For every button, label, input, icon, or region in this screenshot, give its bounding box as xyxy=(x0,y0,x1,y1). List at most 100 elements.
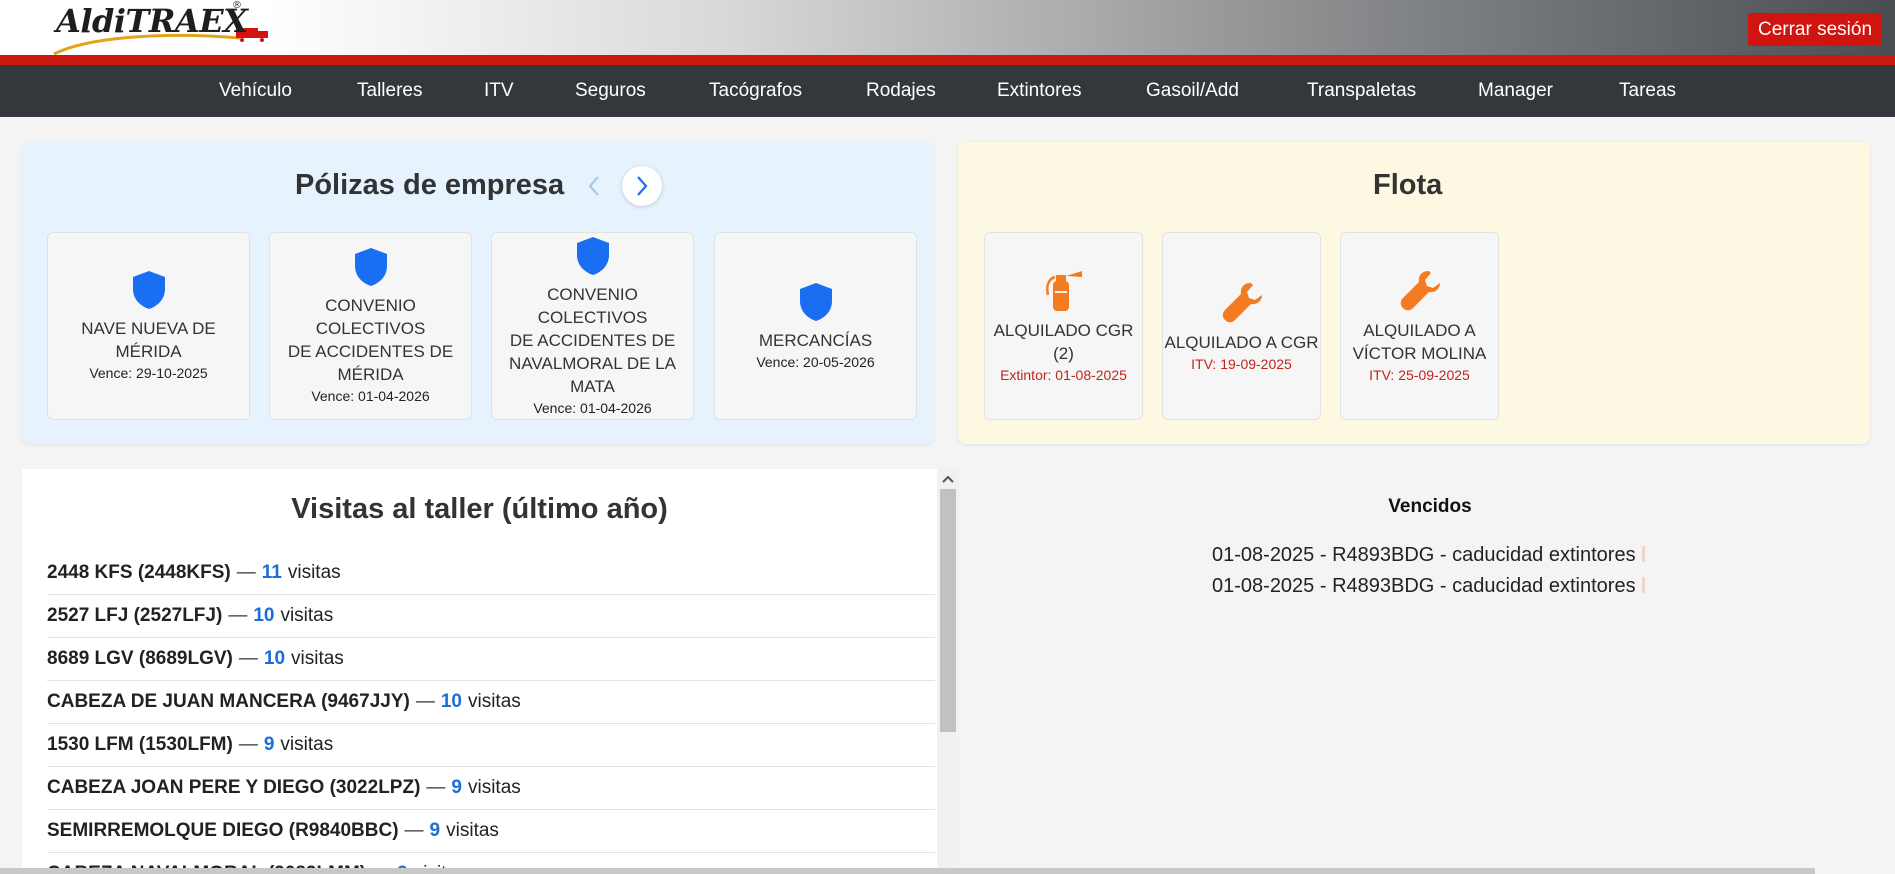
visitas-title: Visitas al taller (último año) xyxy=(291,493,668,525)
nav-item-transpaletas[interactable]: Transpaletas xyxy=(1307,65,1416,117)
visit-count: 9 xyxy=(429,820,441,841)
poliza-name: CONVENIO COLECTIVOS DE ACCIDENTES DE MÉRID… xyxy=(287,296,454,384)
nav-item-talleres[interactable]: Talleres xyxy=(357,65,422,117)
flota-name: ALQUILADO A CGR xyxy=(1164,332,1319,352)
flota-card[interactable]: ALQUILADO A VÍCTOR MOLINA ITV: 25-09-2025 xyxy=(1340,232,1499,420)
visitas-panel: Visitas al taller (último año) 2448 KFS … xyxy=(22,469,959,874)
nav-item-seguros[interactable]: Seguros xyxy=(575,65,646,117)
carousel-prev-button[interactable] xyxy=(574,166,614,206)
vehicle-name: SEMIRREMOLQUE DIEGO (R9840BBC) xyxy=(47,820,399,841)
visit-unit: visitas xyxy=(446,820,499,841)
separator: — xyxy=(236,562,256,583)
list-item[interactable]: SEMIRREMOLQUE DIEGO (R9840BBC) — 9 visit… xyxy=(47,810,935,853)
separator: — xyxy=(238,734,258,755)
chevron-left-icon xyxy=(588,176,599,196)
vencido-text: 01-08-2025 - R4893BDG - caducidad extint… xyxy=(1212,544,1636,566)
vencido-item[interactable]: 01-08-2025 - R4893BDG - caducidad extint… xyxy=(1212,544,1645,567)
vehicle-name: 2527 LFJ (2527LFJ) xyxy=(47,605,223,626)
shield-icon xyxy=(799,282,832,321)
poliza-name: MERCANCÍAS xyxy=(758,330,873,350)
nav-item-vehiculo[interactable]: Vehículo xyxy=(219,65,292,117)
flota-panel: Flota ALQUILADO CGR (2) Extintor: 01-08-… xyxy=(958,142,1870,444)
visit-count: 9 xyxy=(263,734,275,755)
separator: — xyxy=(426,777,446,798)
poliza-expiry: Vence: 29-10-2025 xyxy=(89,365,208,381)
logo-text: AldiTRAEX xyxy=(56,2,248,40)
list-item[interactable]: CABEZA DE JUAN MANCERA (9467JJY) — 10 vi… xyxy=(47,681,935,724)
chevron-up-icon xyxy=(942,475,954,483)
vehicle-name: CABEZA DE JUAN MANCERA (9467JJY) xyxy=(47,691,410,712)
wrench-icon xyxy=(1400,271,1440,311)
flota-name: ALQUILADO CGR (2) xyxy=(993,321,1134,363)
nav-item-gasoil-add[interactable]: Gasoil/Add xyxy=(1146,65,1239,117)
poliza-expiry: Vence: 01-04-2026 xyxy=(311,388,430,404)
separator: — xyxy=(415,691,435,712)
header-red-stripe xyxy=(0,55,1895,65)
scroll-thumb[interactable] xyxy=(940,489,956,732)
poliza-card[interactable]: CONVENIO COLECTIVOS DE ACCIDENTES DE MÉRID… xyxy=(269,232,472,420)
main-nav: Vehículo Talleres ITV Seguros Tacógrafos… xyxy=(0,65,1895,117)
flota-due: ITV: 19-09-2025 xyxy=(1191,355,1292,372)
visit-unit: visitas xyxy=(280,734,334,755)
list-item[interactable]: 8689 LGV (8689LGV) — 10 visitas xyxy=(47,638,935,681)
nav-item-tareas[interactable]: Tareas xyxy=(1619,65,1676,117)
logout-button[interactable]: Cerrar sesión xyxy=(1748,13,1882,46)
separator: — xyxy=(404,820,424,841)
header-bar: AldiTRAEX ® Cerrar sesión xyxy=(0,0,1895,56)
nav-item-extintores[interactable]: Extintores xyxy=(997,65,1081,117)
vencido-text: 01-08-2025 - R4893BDG - caducidad extint… xyxy=(1212,575,1636,597)
visitas-scrollbar[interactable] xyxy=(937,469,959,874)
nav-item-rodajes[interactable]: Rodajes xyxy=(866,65,936,117)
flota-due: ITV: 25-09-2025 xyxy=(1369,367,1470,383)
flota-card[interactable]: ALQUILADO A CGR ITV: 19-09-2025 xyxy=(1162,232,1321,420)
chevron-right-icon xyxy=(637,176,648,196)
list-item[interactable]: 2527 LFJ (2527LFJ) — 10 visitas xyxy=(47,595,935,638)
visit-count: 10 xyxy=(440,691,462,712)
vehicle-name: 8689 LGV (8689LGV) xyxy=(47,648,233,669)
alditraex-logo[interactable]: AldiTRAEX ® xyxy=(50,0,280,56)
separator: — xyxy=(228,605,248,626)
poliza-expiry: Vence: 20-05-2026 xyxy=(756,353,875,370)
shield-icon xyxy=(576,236,609,275)
nav-item-manager[interactable]: Manager xyxy=(1478,65,1553,117)
vencido-item[interactable]: 01-08-2025 - R4893BDG - caducidad extint… xyxy=(1212,575,1645,598)
vencido-marker xyxy=(1641,577,1645,593)
poliza-card[interactable]: NAVE NUEVA DE MÉRIDA Vence: 29-10-2025 xyxy=(47,232,250,420)
shield-icon xyxy=(354,248,387,286)
logo-registered-mark: ® xyxy=(232,0,242,11)
vehicle-name: 2448 KFS (2448KFS) xyxy=(47,562,231,583)
flota-card[interactable]: ALQUILADO CGR (2) Extintor: 01-08-2025 xyxy=(984,232,1143,420)
visit-count: 11 xyxy=(261,562,282,583)
poliza-card[interactable]: MERCANCÍAS Vence: 20-05-2026 xyxy=(714,232,917,420)
visit-unit: visitas xyxy=(280,605,334,626)
poliza-card[interactable]: CONVENIO COLECTIVOS DE ACCIDENTES DE NAVAL… xyxy=(491,232,694,420)
shield-icon xyxy=(132,271,165,309)
visit-count: 10 xyxy=(263,648,286,669)
poliza-name: CONVENIO COLECTIVOS DE ACCIDENTES DE NAVAL… xyxy=(509,284,676,396)
polizas-title: Pólizas de empresa xyxy=(295,169,565,201)
vencido-marker xyxy=(1641,546,1645,562)
list-item[interactable]: 2448 KFS (2448KFS) — 11 visitas xyxy=(47,552,935,595)
visit-count: 10 xyxy=(253,605,275,626)
separator: — xyxy=(238,648,258,669)
flota-title: Flota xyxy=(1373,169,1443,201)
scroll-up-button[interactable] xyxy=(937,469,959,489)
carousel-next-button[interactable] xyxy=(622,166,662,206)
list-item[interactable]: 1530 LFM (1530LFM) — 9 visitas xyxy=(47,724,935,767)
flota-due: Extintor: 01-08-2025 xyxy=(1000,367,1127,383)
visit-unit: visitas xyxy=(467,691,521,712)
poliza-expiry: Vence: 01-04-2026 xyxy=(533,399,652,416)
vehicle-name: 1530 LFM (1530LFM) xyxy=(47,734,233,755)
fire-extinguisher-icon xyxy=(1045,271,1082,311)
vencidos-title: Vencidos xyxy=(1388,496,1472,517)
vehicle-name: CABEZA JOAN PERE Y DIEGO (3022LPZ) xyxy=(47,777,421,798)
nav-item-tacografos[interactable]: Tacógrafos xyxy=(709,65,802,117)
visit-count: 9 xyxy=(451,777,462,798)
nav-item-itv[interactable]: ITV xyxy=(484,65,514,117)
visit-unit: visitas xyxy=(287,562,341,583)
visit-unit: visitas xyxy=(467,777,521,798)
horizontal-scrollbar[interactable] xyxy=(0,868,1815,874)
list-item[interactable]: CABEZA JOAN PERE Y DIEGO (3022LPZ) — 9 v… xyxy=(47,767,935,810)
flota-name: ALQUILADO A VÍCTOR MOLINA xyxy=(1352,321,1487,363)
polizas-panel: Pólizas de empresa NAVE NUEVA DE MÉRIDA … xyxy=(22,142,934,444)
